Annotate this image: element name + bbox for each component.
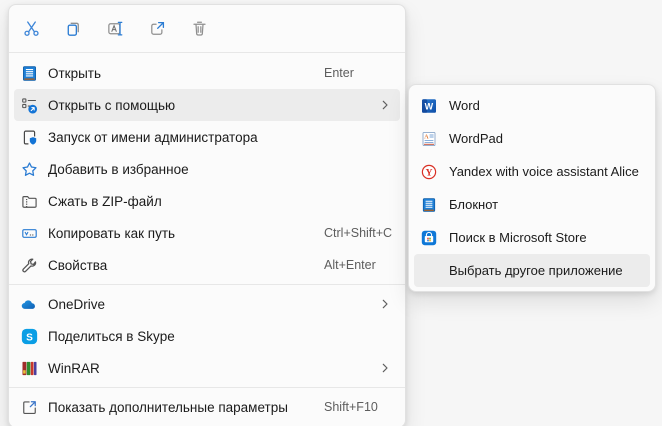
- menu-item-add-to-favorites[interactable]: Добавить в избранное: [14, 153, 400, 185]
- menu-item-shortcut: Shift+F10: [324, 400, 378, 414]
- winrar-icon: [20, 359, 38, 377]
- share-button[interactable]: [144, 17, 171, 44]
- submenu-item-word[interactable]: W Word: [414, 89, 650, 122]
- rename-button[interactable]: [102, 17, 129, 44]
- word-icon: W: [420, 97, 437, 114]
- submenu-item-label: Поиск в Microsoft Store: [449, 230, 587, 245]
- menu-item-compress-zip[interactable]: Сжать в ZIP-файл: [14, 185, 400, 217]
- notepad-icon: [420, 196, 437, 213]
- external-arrow-icon: [20, 398, 38, 416]
- menu-item-open-with[interactable]: Открыть с помощью: [14, 89, 400, 121]
- copy-button[interactable]: [60, 17, 87, 44]
- chevron-right-icon: [379, 99, 391, 111]
- copy-path-icon: [20, 224, 38, 242]
- delete-button[interactable]: [186, 17, 213, 44]
- menu-item-label: Добавить в избранное: [48, 161, 189, 177]
- copy-icon: [64, 19, 83, 43]
- menu-item-label: Поделиться в Skype: [48, 328, 175, 344]
- menu-item-shortcut: Alt+Enter: [324, 258, 376, 272]
- menu-item-show-more-options[interactable]: Показать дополнительные параметры Shift+…: [14, 391, 400, 423]
- menu-item-label: Открыть: [48, 65, 102, 81]
- skype-icon: S: [20, 327, 38, 345]
- menu-item-onedrive[interactable]: OneDrive: [14, 288, 400, 320]
- yandex-icon: Y: [420, 163, 437, 180]
- submenu-item-label: Блокнот: [449, 197, 499, 212]
- delete-icon: [190, 19, 209, 43]
- menu-item-copy-as-path[interactable]: Копировать как путь Ctrl+Shift+C: [14, 217, 400, 249]
- submenu-item-wordpad[interactable]: A WordPad: [414, 122, 650, 155]
- cut-button[interactable]: [18, 17, 45, 44]
- menu-item-label: Запуск от имени администратора: [48, 129, 258, 145]
- context-menu: Открыть Enter Открыть с помощью Запуск о…: [8, 4, 406, 426]
- icon-placeholder: [420, 262, 437, 279]
- menu-item-properties[interactable]: Свойства Alt+Enter: [14, 249, 400, 281]
- zip-folder-icon: [20, 192, 38, 210]
- menu-item-label: Копировать как путь: [48, 225, 176, 241]
- open-with-icon: [20, 96, 38, 114]
- svg-text:W: W: [424, 101, 433, 111]
- group-separator: [9, 284, 405, 285]
- menu-item-label: WinRAR: [48, 360, 100, 376]
- toolbar-separator: [9, 52, 405, 53]
- menu-item-label: Открыть с помощью: [48, 97, 176, 113]
- cut-icon: [22, 19, 41, 43]
- menu-item-shortcut: Ctrl+Shift+C: [324, 226, 393, 240]
- menu-item-open[interactable]: Открыть Enter: [14, 57, 400, 89]
- svg-text:Y: Y: [425, 168, 432, 178]
- submenu-item-label: WordPad: [449, 131, 503, 146]
- submenu-item-search-store[interactable]: Поиск в Microsoft Store: [414, 221, 650, 254]
- microsoft-store-icon: [420, 229, 437, 246]
- notepad-icon: [20, 64, 38, 82]
- menu-item-share-skype[interactable]: S Поделиться в Skype: [14, 320, 400, 352]
- submenu-item-label: Yandex with voice assistant Alice: [449, 164, 639, 179]
- submenu-item-notepad[interactable]: Блокнот: [414, 188, 650, 221]
- chevron-right-icon: [379, 362, 391, 374]
- rename-icon: [106, 19, 125, 43]
- submenu-item-label: Word: [449, 98, 480, 113]
- menu-item-run-as-admin[interactable]: Запуск от имени администратора: [14, 121, 400, 153]
- svg-text:A: A: [424, 134, 429, 140]
- star-icon: [20, 160, 38, 178]
- admin-shield-icon: [20, 128, 38, 146]
- group-separator: [9, 387, 405, 388]
- submenu-item-choose-another-app[interactable]: Выбрать другое приложение: [414, 254, 650, 287]
- wordpad-icon: A: [420, 130, 437, 147]
- menu-item-label: Показать дополнительные параметры: [48, 399, 288, 415]
- share-icon: [148, 19, 167, 43]
- submenu-item-label: Выбрать другое приложение: [449, 263, 623, 278]
- menu-item-winrar[interactable]: WinRAR: [14, 352, 400, 384]
- wrench-icon: [20, 256, 38, 274]
- chevron-right-icon: [379, 298, 391, 310]
- menu-item-label: Свойства: [48, 257, 108, 273]
- svg-text:S: S: [26, 332, 33, 343]
- menu-item-label: OneDrive: [48, 296, 106, 312]
- menu-item-shortcut: Enter: [324, 66, 354, 80]
- submenu-item-yandex[interactable]: Y Yandex with voice assistant Alice: [414, 155, 650, 188]
- onedrive-cloud-icon: [20, 295, 38, 313]
- open-with-submenu: W Word A WordPad Y Yandex with voice ass…: [408, 84, 656, 292]
- quick-actions-toolbar: [14, 9, 400, 52]
- menu-item-label: Сжать в ZIP-файл: [48, 193, 162, 209]
